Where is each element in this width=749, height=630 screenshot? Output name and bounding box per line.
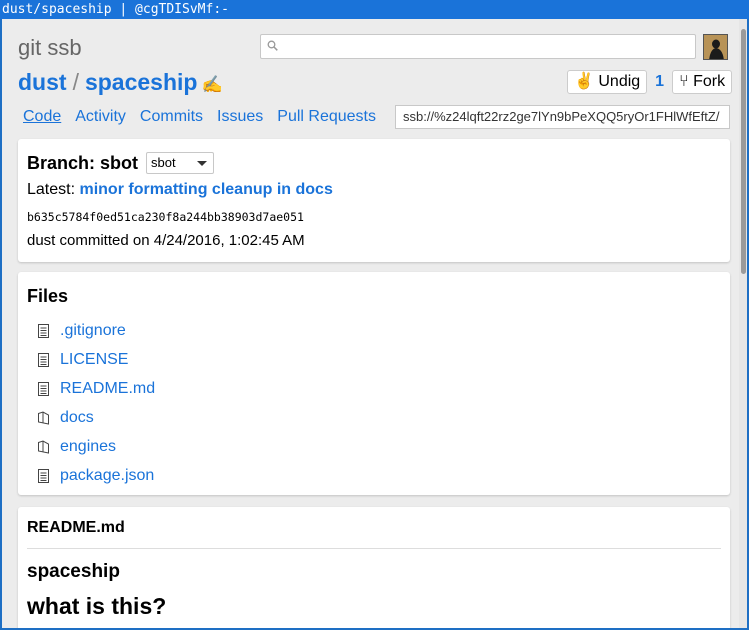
branch-select[interactable]: sbot — [146, 152, 215, 174]
window-titlebar: dust/spaceship | @cgTDISvMf:- — [0, 0, 749, 19]
file-icon — [38, 468, 49, 483]
undig-button[interactable]: ✌ Undig — [567, 70, 648, 94]
tab-activity[interactable]: Activity — [75, 108, 126, 126]
file-link[interactable]: .gitignore — [60, 322, 126, 340]
app-window: git ssb dust / spaceship ✍ ✌ Undig 1 ⑂ Fork… — [2, 19, 747, 628]
repo-name-link[interactable]: spaceship — [85, 69, 198, 95]
avatar-image — [704, 35, 727, 59]
readme-title: README.md — [27, 519, 125, 536]
branch-line: Branch: sbot sbot — [27, 152, 215, 174]
ssb-url-field[interactable]: ssb://%z24lqft22rz2ge7lYn9bPeXQQ5ryOr1FH… — [395, 105, 730, 129]
repo-title: dust / spaceship ✍ — [18, 69, 223, 96]
file-icon — [38, 352, 49, 367]
folder-link[interactable]: docs — [60, 409, 94, 427]
repo-actions: ✌ Undig 1 ⑂ Fork + — [567, 70, 747, 94]
commit-hash: b635c5784f0ed51ca230f8a244bb38903d7ae051 — [27, 210, 304, 224]
latest-commit: Latest: minor formatting cleanup in docs — [27, 181, 333, 199]
tab-pull-requests[interactable]: Pull Requests — [277, 108, 376, 126]
repo-owner-link[interactable]: dust — [18, 69, 67, 95]
fork-button[interactable]: ⑂ Fork — [672, 70, 733, 94]
dig-count[interactable]: 1 — [653, 73, 666, 91]
file-link[interactable]: LICENSE — [60, 351, 128, 369]
tab-commits[interactable]: Commits — [140, 108, 203, 126]
divider — [27, 548, 721, 549]
list-item: LICENSE — [37, 345, 155, 374]
files-card: Files .gitignore LICENSE README.md docs … — [18, 272, 730, 495]
repo-nav: Code Activity Commits Issues Pull Reques… — [23, 108, 376, 126]
scrollbar[interactable] — [739, 19, 747, 628]
folder-icon — [38, 439, 49, 454]
readme-heading: spaceship — [27, 561, 120, 582]
edit-icon[interactable]: ✍ — [201, 75, 222, 94]
file-list: .gitignore LICENSE README.md docs engine… — [37, 316, 155, 490]
list-item: docs — [37, 403, 155, 432]
latest-prefix: Latest: — [27, 181, 80, 198]
list-item: engines — [37, 432, 155, 461]
latest-commit-link[interactable]: minor formatting cleanup in docs — [79, 181, 332, 198]
chevron-down-icon — [197, 161, 208, 166]
search-input[interactable] — [260, 34, 696, 59]
file-icon — [38, 323, 49, 338]
files-title: Files — [27, 286, 69, 306]
file-link[interactable]: README.md — [60, 380, 155, 398]
folder-link[interactable]: engines — [60, 438, 116, 456]
file-icon — [38, 381, 49, 396]
committed-info: dust committed on 4/24/2016, 1:02:45 AM — [27, 232, 305, 249]
file-link[interactable]: package.json — [60, 467, 154, 485]
app-name[interactable]: git ssb — [18, 35, 82, 61]
readme-subheading: what is this? — [27, 593, 167, 619]
readme-card: README.md spaceship what is this? — [18, 507, 730, 628]
scrollbar-thumb[interactable] — [741, 29, 746, 274]
avatar[interactable] — [703, 34, 728, 60]
search-icon — [267, 40, 278, 51]
tab-issues[interactable]: Issues — [217, 108, 263, 126]
branch-label: Branch: sbot — [27, 152, 139, 173]
list-item: README.md — [37, 374, 155, 403]
list-item: package.json — [37, 461, 155, 490]
branch-card: Branch: sbot sbot Latest: minor formatti… — [18, 139, 730, 262]
folder-icon — [38, 410, 49, 425]
tab-code[interactable]: Code — [23, 108, 61, 126]
repo-separator: / — [72, 69, 79, 95]
branch-select-value: sbot — [151, 155, 176, 170]
list-item: .gitignore — [37, 316, 155, 345]
